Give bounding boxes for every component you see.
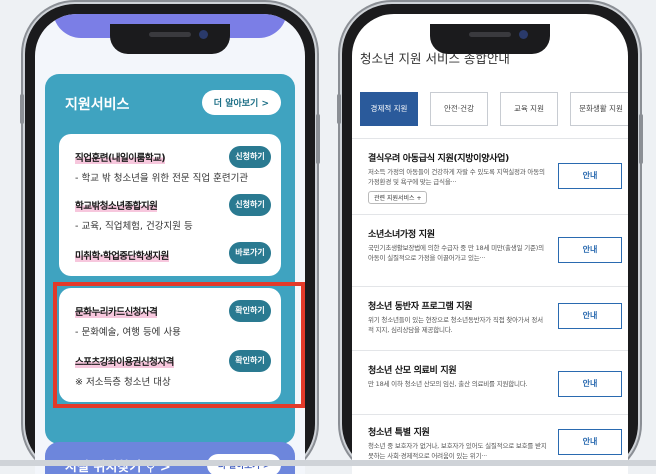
- service-title: 청소년 동반자 프로그램 지원: [368, 302, 473, 312]
- phone-side-button: [639, 114, 643, 164]
- service-item: 결식우려 아동급식 지원(지방이양사업) 저소득 가정의 아동들이 건강하게 자…: [352, 138, 628, 215]
- speaker: [469, 32, 511, 37]
- phone-side-button: [20, 94, 24, 124]
- related-services-button[interactable]: 관련 지원서비스 +: [368, 191, 428, 204]
- category-tabs: 경제적 지원 안전·건강 교육 지원 문화생활 지원: [360, 92, 628, 128]
- service-item: 청소년 동반자 프로그램 지원 위기 청소년들이 있는 현장으로 청소년동반자가…: [352, 286, 628, 351]
- service-desc: 만 18세 이하 청소년 산모의 임신, 출산 의료비를 지원합니다.: [368, 380, 528, 388]
- service-item: 소년소녀가정 지원 국민기초생활보장법에 의한 수급자 중 만 18세 미만(출…: [352, 214, 628, 287]
- service-title: 청소년 산모 의료비 지원: [368, 366, 457, 376]
- service-title: 청소년 특별 지원: [368, 428, 430, 438]
- camera-icon: [519, 30, 528, 39]
- apply-button[interactable]: 신청하기: [229, 194, 271, 216]
- right-phone: 청소년 지원 서비스 종합안내 경제적 지원 안전·건강 교육 지원 문화생활 …: [337, 4, 643, 474]
- support-more-button[interactable]: 더 알아보기 >: [201, 90, 281, 115]
- info-button[interactable]: 안내: [558, 237, 622, 263]
- bottom-strip: [0, 460, 656, 466]
- item-dropout-support: 미취학·학업중단학생지원: [75, 248, 169, 262]
- item-desc: - 교육, 직업체험, 건강지원 등: [75, 221, 193, 232]
- service-list-card: 직업훈련(내일이룸학교) 신청하기 - 학교 밖 청소년을 위한 전문 직업 훈…: [59, 134, 281, 276]
- info-button[interactable]: 안내: [558, 371, 622, 397]
- info-button[interactable]: 안내: [558, 303, 622, 329]
- service-title: 소년소녀가정 지원: [368, 230, 435, 240]
- tab-education[interactable]: 교육 지원: [500, 92, 558, 126]
- info-button[interactable]: 안내: [558, 429, 622, 455]
- info-button[interactable]: 안내: [558, 163, 622, 189]
- service-item: 청소년 산모 의료비 지원 만 18세 이하 청소년 산모의 임신, 출산 의료…: [352, 350, 628, 415]
- speaker: [149, 32, 191, 37]
- phone-notch: [110, 24, 230, 54]
- tab-culture[interactable]: 문화생활 지원: [570, 92, 628, 126]
- tab-safety-health[interactable]: 안전·건강: [430, 92, 488, 126]
- item-out-of-school-support: 학교밖청소년종합지원: [75, 198, 158, 212]
- support-title: 지원서비스: [65, 97, 130, 113]
- support-services-card: 지원서비스 더 알아보기 > 직업훈련(내일이룸학교) 신청하기 - 학교 밖 …: [45, 74, 305, 444]
- facility-finder-bar[interactable]: 시설 위치찾기 ⚲ > 더 알아보기 >: [45, 442, 295, 474]
- item-vocational-training: 직업훈련(내일이룸학교): [75, 150, 166, 164]
- right-screen: 청소년 지원 서비스 종합안내 경제적 지원 안전·건강 교육 지원 문화생활 …: [352, 14, 628, 474]
- phone-side-button: [337, 94, 341, 124]
- go-button[interactable]: 바로가기: [229, 242, 271, 264]
- apply-button[interactable]: 신청하기: [229, 146, 271, 168]
- left-phone: 지원서비스 더 알아보기 > 직업훈련(내일이룸학교) 신청하기 - 학교 밖 …: [20, 4, 320, 474]
- left-screen: 지원서비스 더 알아보기 > 직업훈련(내일이룸학교) 신청하기 - 학교 밖 …: [35, 14, 305, 474]
- highlight-box: [53, 282, 305, 408]
- tab-economic[interactable]: 경제적 지원: [360, 92, 418, 126]
- phone-side-button: [316, 114, 320, 164]
- item-desc: - 학교 밖 청소년을 위한 전문 직업 훈련기관: [75, 173, 249, 184]
- service-title: 결식우려 아동급식 지원(지방이양사업): [368, 154, 509, 164]
- phone-notch: [430, 24, 550, 54]
- service-desc: 국민기초생활보장법에 의한 수급자 중 만 18세 미만(출생일 기준)의 아동…: [368, 244, 544, 262]
- service-desc: 저소득 가정의 아동들이 건강하게 자랄 수 있도록 지역실정과 아동의 가정환…: [368, 168, 545, 186]
- service-desc: 청소년 중 보호자가 없거나, 보호자가 있어도 실질적으로 보호를 받지 못하…: [368, 442, 547, 460]
- camera-icon: [199, 30, 208, 39]
- service-desc: 위기 청소년들이 있는 현장으로 청소년동반자가 직접 찾아가서 정서적 지지,…: [368, 316, 543, 334]
